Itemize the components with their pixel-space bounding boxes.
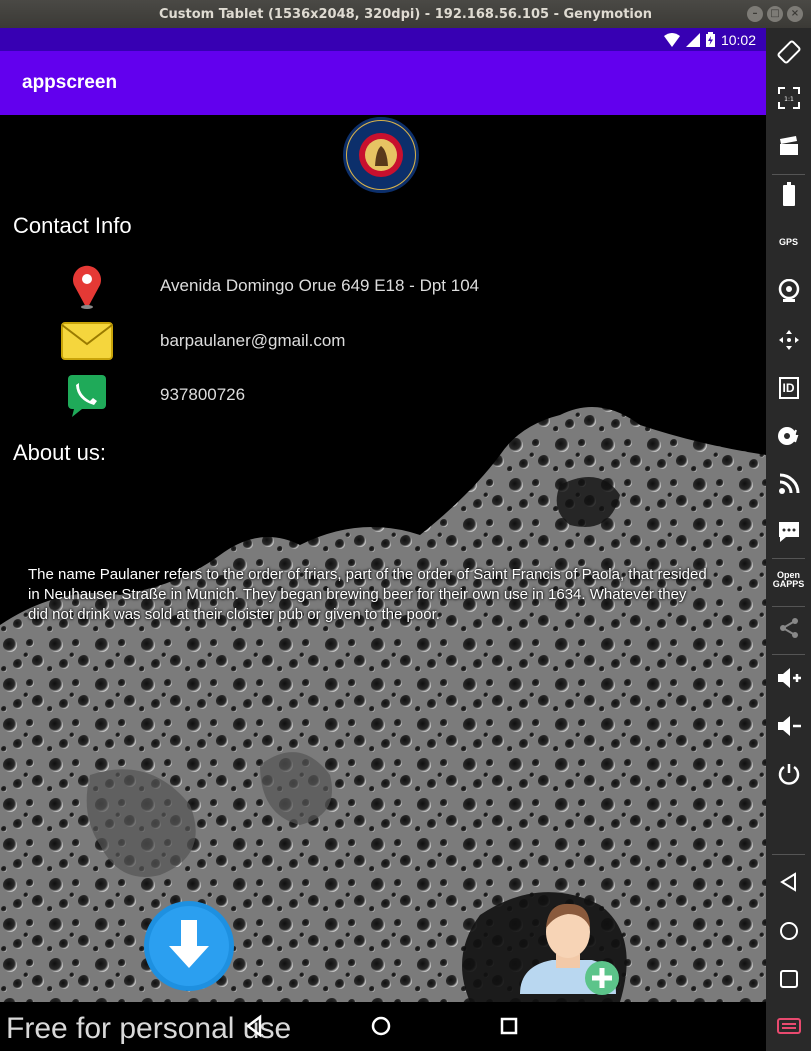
rotate-screen-tool[interactable]: [766, 32, 811, 72]
id-label: ID: [778, 377, 799, 399]
wifi-icon: [663, 32, 680, 47]
network-tool[interactable]: [766, 464, 811, 504]
window-title: Custom Tablet (1536x2048, 320dpi) - 192.…: [158, 6, 653, 22]
signal-icon: [685, 32, 700, 47]
contact-info-heading: Contact Info: [13, 213, 132, 238]
window-controls: – □ ×: [747, 6, 803, 22]
about-us-text: The name Paulaner refers to the order of…: [28, 566, 707, 623]
device-screen: 10:02 appscreen Contact Info Avenida Dom…: [0, 28, 766, 1002]
sms-tool[interactable]: [766, 512, 811, 552]
power-tool[interactable]: [766, 754, 811, 794]
device-id-tool[interactable]: ID: [766, 368, 811, 408]
battery-tool-icon: [782, 182, 795, 206]
toolbar-separator: [772, 558, 805, 559]
beer-foam-background: [0, 407, 766, 1002]
contact-address-row: Avenida Domingo Orue 649 E18 - Dpt 104: [0, 263, 766, 309]
add-user-button[interactable]: [516, 894, 628, 1000]
clapperboard-icon: [779, 136, 798, 155]
app-bar: appscreen: [0, 51, 766, 115]
contact-phone-row: 937800726: [0, 372, 766, 418]
toolbar-separator: [772, 654, 805, 655]
volume-up-icon: [777, 668, 801, 688]
menu-icon: [776, 1018, 801, 1034]
window-maximize-button[interactable]: □: [767, 6, 783, 22]
open-gapps-tool[interactable]: Open GAPPS: [766, 560, 811, 600]
window-titlebar: Custom Tablet (1536x2048, 320dpi) - 192.…: [0, 0, 811, 28]
phone-icon: [68, 375, 106, 417]
contact-email-row: barpaulaner@gmail.com: [0, 318, 766, 364]
recents-icon: [779, 970, 798, 988]
fullscreen-icon: 1:1: [777, 87, 800, 109]
nav-recents-icon[interactable]: [495, 1012, 523, 1040]
volume-down-icon: [777, 716, 801, 736]
battery-icon: [705, 32, 715, 47]
power-icon: [778, 764, 799, 785]
toolbar-recents-tool[interactable]: [766, 959, 811, 999]
gps-tool[interactable]: GPS: [766, 222, 811, 262]
window-close-button[interactable]: ×: [787, 6, 803, 22]
paulaner-logo: [343, 117, 419, 193]
volume-down-tool[interactable]: [766, 706, 811, 746]
share-tool[interactable]: [766, 608, 811, 648]
rss-icon: [778, 473, 799, 494]
volume-up-tool[interactable]: [766, 658, 811, 698]
svg-text:1:1: 1:1: [784, 96, 794, 103]
toolbar-separator: [772, 606, 805, 607]
share-icon: [779, 618, 798, 638]
chat-bubble-icon: [778, 522, 799, 542]
contact-address[interactable]: Avenida Domingo Orue 649 E18 - Dpt 104: [160, 276, 479, 296]
pixel-perfect-tool[interactable]: 1:1: [766, 78, 811, 118]
contact-phone[interactable]: 937800726: [160, 385, 245, 405]
gps-label: GPS: [778, 236, 798, 247]
open-gapps-line-2: GAPPS: [772, 579, 805, 589]
rotate-icon: [777, 40, 800, 64]
move-arrows-icon: [778, 330, 799, 350]
back-icon: [779, 872, 796, 892]
location-pin-icon: [73, 265, 101, 309]
disc-icon: [777, 427, 798, 445]
screencast-tool[interactable]: [766, 126, 811, 166]
battery-tool[interactable]: [766, 174, 811, 214]
toolbar-home-tool[interactable]: [766, 911, 811, 951]
menu-tool[interactable]: [766, 1006, 811, 1046]
webcam-icon: [778, 279, 799, 302]
status-time: 10:02: [720, 31, 756, 48]
nav-home-icon[interactable]: [367, 1012, 395, 1040]
status-bar: 10:02: [0, 28, 766, 51]
toolbar-separator: [772, 854, 805, 855]
about-us-heading: About us:: [13, 440, 106, 465]
app-title: appscreen: [22, 72, 118, 93]
camera-tool[interactable]: [766, 271, 811, 311]
dpad-tool[interactable]: [766, 320, 811, 360]
media-tool[interactable]: [766, 416, 811, 456]
emulator-toolbar: 1:1 GPS ID Open GAPPS: [766, 28, 811, 1051]
download-button[interactable]: [143, 900, 235, 992]
window-minimize-button[interactable]: –: [747, 6, 763, 22]
open-gapps-label: Open GAPPS: [773, 571, 805, 589]
logo-emblem: [347, 121, 415, 189]
toolbar-back-tool[interactable]: [766, 862, 811, 902]
home-icon: [779, 922, 798, 940]
envelope-icon: [61, 322, 113, 360]
add-user-icon: [520, 903, 619, 995]
watermark-text: Free for personal use: [6, 1012, 292, 1045]
contact-email[interactable]: barpaulaner@gmail.com: [160, 331, 345, 351]
